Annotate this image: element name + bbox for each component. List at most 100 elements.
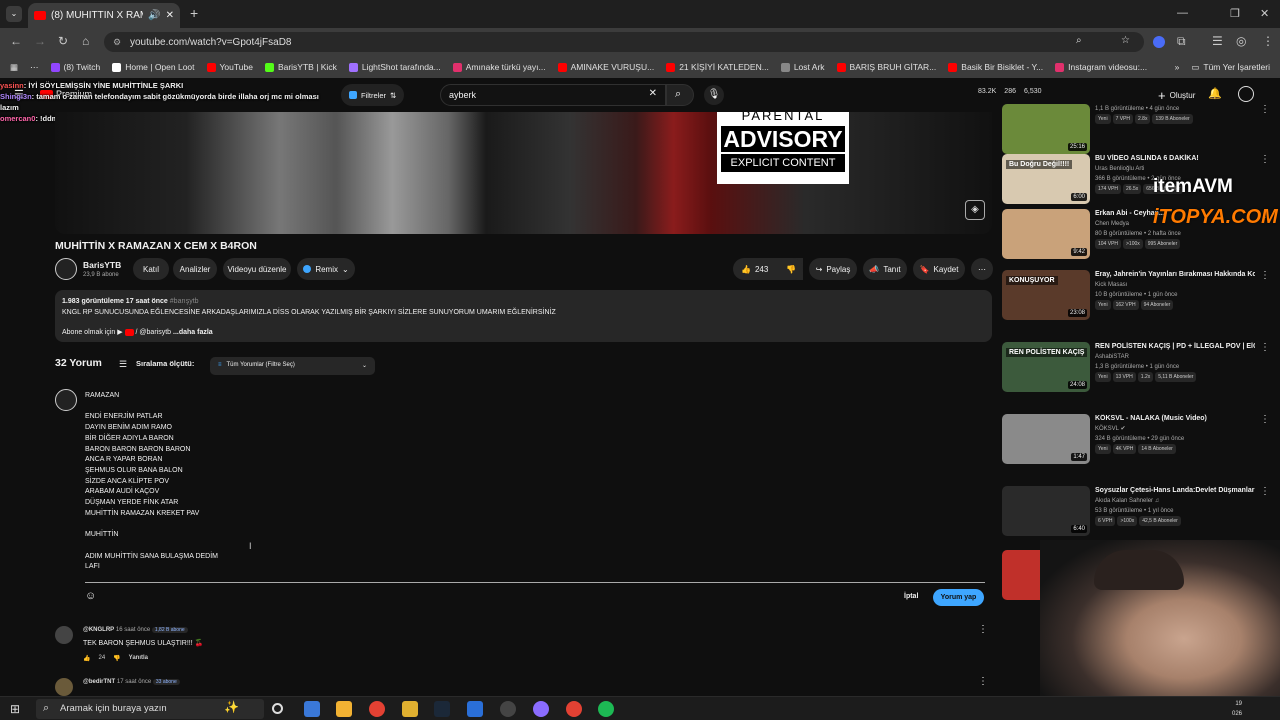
related-video-title[interactable]: Soysuzlar Çetesi-Hans Landa:Devlet Düşma… bbox=[1095, 486, 1255, 496]
search-button[interactable]: ⌕ bbox=[666, 84, 694, 106]
back-icon[interactable]: ← bbox=[10, 34, 22, 48]
bookmark-item[interactable]: BARIŞ BRUH GİTAR... bbox=[831, 62, 943, 72]
bookmark-item[interactable]: Instagram videosu:... bbox=[1049, 62, 1153, 72]
related-video[interactable]: KONUŞUYOR 23:08 Eray, Jahrein'in Yayınları… bbox=[1002, 270, 1270, 334]
apps-icon[interactable]: ▦ bbox=[0, 62, 24, 73]
bookmark-item[interactable]: Basik Bir Bisiklet - Y... bbox=[942, 62, 1049, 72]
taskbar-app-icon[interactable] bbox=[467, 701, 483, 717]
related-channel[interactable]: AshabiSTAR bbox=[1095, 352, 1255, 362]
notifications-bell-icon[interactable]: 🔔 bbox=[1208, 87, 1222, 100]
bookmark-item[interactable]: LightShot tarafında... bbox=[343, 62, 447, 72]
related-video-title[interactable]: KÖKSVL - NALAKA (Music Video) bbox=[1095, 414, 1255, 424]
related-channel[interactable]: Uras Benlioğlu Arti bbox=[1095, 164, 1255, 174]
bookmark-item[interactable]: (8) Twitch bbox=[45, 62, 107, 72]
tab-close-icon[interactable]: ✕ bbox=[166, 10, 174, 21]
bookmark-item[interactable]: YouTube bbox=[201, 62, 259, 72]
taskbar-search-input[interactable]: ⌕ Aramak için buraya yazın ✨ bbox=[36, 699, 264, 719]
comment-menu-icon[interactable]: ⋮ bbox=[978, 624, 988, 635]
video-menu-icon[interactable]: ⋮ bbox=[1260, 486, 1270, 497]
video-menu-icon[interactable]: ⋮ bbox=[1260, 414, 1270, 425]
related-channel[interactable]: Kick Masası bbox=[1095, 280, 1255, 290]
browser-menu-icon[interactable]: ⋮ bbox=[1262, 34, 1274, 48]
file-explorer-icon[interactable] bbox=[402, 701, 418, 717]
clear-search-icon[interactable]: ✕ bbox=[649, 88, 657, 99]
promote-button[interactable]: 📣 Tanıt bbox=[863, 258, 907, 280]
close-window-icon[interactable]: ✕ bbox=[1260, 7, 1269, 20]
comment-author[interactable]: @KNGLRP bbox=[83, 627, 114, 633]
related-channel[interactable]: Akıda Kalan Sahneler ♫ bbox=[1095, 496, 1255, 506]
reload-icon[interactable]: ↻ bbox=[58, 34, 68, 48]
task-view-icon[interactable] bbox=[272, 703, 283, 714]
handle-link[interactable]: / @barisytb bbox=[136, 329, 172, 336]
reply-button[interactable]: Yanıtla bbox=[129, 655, 148, 662]
tab-search-icon[interactable]: ⌄ bbox=[6, 6, 22, 22]
comment-avatar[interactable] bbox=[55, 626, 73, 644]
extensions-puzzle-icon[interactable]: ⧉ bbox=[1177, 34, 1186, 49]
edit-video-button[interactable]: Videoyu düzenle bbox=[223, 258, 291, 280]
thumbs-down-icon[interactable]: 👎 bbox=[113, 655, 120, 662]
obs-icon[interactable] bbox=[500, 701, 516, 717]
sort-icon[interactable]: ☰ bbox=[119, 359, 127, 370]
search-input[interactable]: ayberk ✕ bbox=[440, 84, 666, 106]
related-video[interactable]: 1:47 KÖKSVL - NALAKA (Music Video) KÖKSVL … bbox=[1002, 414, 1270, 478]
reading-list-icon[interactable]: ☰ bbox=[1212, 34, 1223, 48]
video-thumbnail[interactable]: 6:40 bbox=[1002, 486, 1090, 536]
zoom-icon[interactable]: ⌕ bbox=[1076, 35, 1082, 46]
video-menu-icon[interactable]: ⋮ bbox=[1260, 154, 1270, 165]
all-bookmarks[interactable]: ▭ Tüm Yer İşaretleri bbox=[1185, 62, 1280, 73]
emoji-icon[interactable]: ☺ bbox=[85, 590, 96, 602]
channel-avatar[interactable] bbox=[55, 258, 77, 280]
cancel-button[interactable]: İptal bbox=[904, 593, 918, 600]
video-thumbnail[interactable]: 9:42 bbox=[1002, 209, 1090, 259]
more-bookmarks-icon[interactable]: » bbox=[1169, 62, 1186, 72]
submit-comment-button[interactable]: Yorum yap bbox=[933, 589, 984, 606]
bookmark-item[interactable]: AMINAKE VURUŞU... bbox=[552, 62, 661, 72]
video-thumbnail[interactable]: 25:16 bbox=[1002, 104, 1090, 154]
more-actions-icon[interactable]: ⋯ bbox=[971, 258, 993, 280]
tab-audio-icon[interactable]: 🔊 bbox=[148, 10, 160, 21]
hashtag-link[interactable]: #barışytb bbox=[170, 298, 199, 305]
sort-label[interactable]: Sıralama ölçütü: bbox=[136, 359, 194, 368]
spotify-icon[interactable] bbox=[598, 701, 614, 717]
create-button[interactable]: + Oluştur bbox=[1150, 84, 1203, 106]
comment-input[interactable]: RAMAZAN ENDİ ENERJİM PATLAR DAYIN BENİM … bbox=[85, 391, 218, 573]
remix-button[interactable]: Remix ⌄ bbox=[297, 258, 355, 280]
related-channel[interactable]: KÖKSVL ✔ bbox=[1095, 424, 1255, 434]
comment-author[interactable]: @bedirTNT bbox=[83, 679, 115, 685]
comment-filter-select[interactable]: ≡ Tüm Yorumlar (Filtre Seç) ⌄ bbox=[210, 357, 375, 375]
avatar[interactable] bbox=[1238, 86, 1254, 102]
clock[interactable]: 19 026 bbox=[1222, 699, 1242, 719]
browser-tab-active[interactable]: (8) MUHİTTİN X RAMAZAN X C 🔊 ✕ bbox=[28, 3, 180, 28]
bookmark-star-icon[interactable]: ☆ bbox=[1121, 35, 1130, 46]
related-video-title[interactable]: BU VİDEO ASLINDA 6 DAKİKA! bbox=[1095, 154, 1255, 164]
restore-icon[interactable]: ❐ bbox=[1230, 7, 1240, 20]
taskbar-app-icon[interactable] bbox=[336, 701, 352, 717]
comment-menu-icon[interactable]: ⋮ bbox=[978, 676, 988, 687]
forward-icon[interactable]: → bbox=[34, 34, 46, 48]
video-menu-icon[interactable]: ⋮ bbox=[1260, 270, 1270, 281]
channel-watermark-icon[interactable]: ◈ bbox=[965, 200, 985, 220]
menu-grid-icon[interactable]: ⋯ bbox=[24, 62, 45, 73]
bookmark-item[interactable]: 21 KİŞİYİ KATLEDEN... bbox=[660, 62, 775, 72]
video-menu-icon[interactable]: ⋮ bbox=[1260, 342, 1270, 353]
video-thumbnail[interactable]: KONUŞUYOR 23:08 bbox=[1002, 270, 1090, 320]
description-box[interactable]: 1.983 görüntüleme 17 saat önce #barışytb… bbox=[55, 290, 992, 342]
channel-name[interactable]: BarisYTB bbox=[83, 260, 121, 270]
bookmark-item[interactable]: BarisYTB | Kick bbox=[259, 62, 343, 72]
join-button[interactable]: Katıl bbox=[133, 258, 169, 280]
video-thumbnail[interactable]: Bu Doğru Değil!!!! 6:00 bbox=[1002, 154, 1090, 204]
save-button[interactable]: 🔖 Kaydet bbox=[913, 258, 965, 280]
dislike-button[interactable]: 👎 bbox=[779, 258, 803, 280]
related-video-title[interactable]: REN POLİSTEN KAÇIŞ | PD + İLLEGAL POV | … bbox=[1095, 342, 1255, 352]
minimize-icon[interactable]: — bbox=[1177, 7, 1188, 19]
bookmark-item[interactable]: Amınake türkü yayı... bbox=[447, 62, 552, 72]
chrome-icon[interactable] bbox=[369, 701, 385, 717]
new-tab-icon[interactable]: + bbox=[190, 5, 198, 21]
video-player[interactable]: PARENTAL ADVISORY EXPLICIT CONTENT ◈ bbox=[55, 112, 992, 234]
video-thumbnail[interactable]: 1:47 bbox=[1002, 414, 1090, 464]
related-video-title[interactable]: Eray, Jahrein'in Yayınları Bırakması Hak… bbox=[1095, 270, 1255, 280]
voice-search-icon[interactable]: 🎙 bbox=[704, 85, 724, 105]
home-icon[interactable]: ⌂ bbox=[82, 34, 89, 48]
video-menu-icon[interactable]: ⋮ bbox=[1260, 104, 1270, 115]
bookmark-item[interactable]: Lost Ark bbox=[775, 62, 831, 72]
